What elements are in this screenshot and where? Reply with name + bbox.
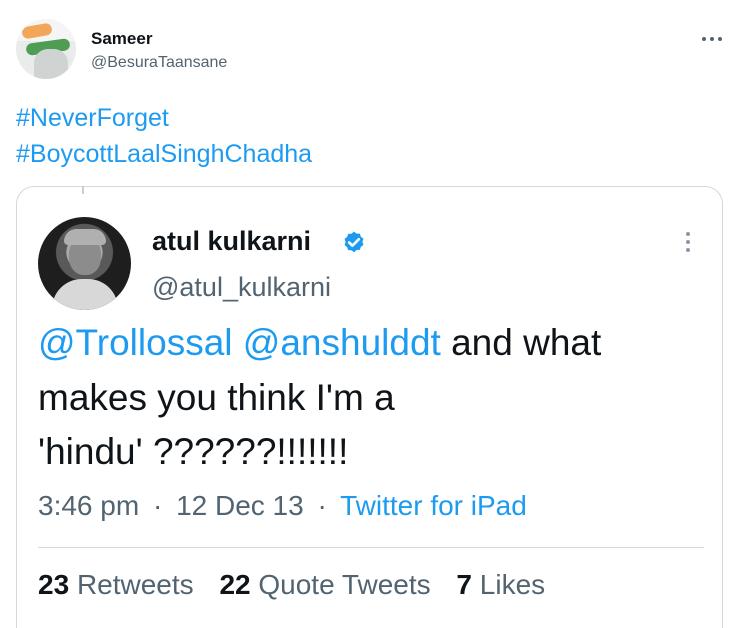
likes-label: Likes [479,569,546,600]
divider [38,547,704,548]
retweets-label: Retweets [76,569,194,600]
more-horizontal-icon[interactable] [700,26,724,46]
dot [686,232,690,236]
mention-link[interactable]: @anshulddt [243,322,441,363]
avatar-shirt [52,279,118,310]
author-name[interactable]: Sameer [91,29,152,49]
quotes-label: Quote Tweets [258,569,431,600]
quoted-author-name[interactable]: atul kulkarni [152,226,311,257]
likes-stat[interactable]: 7 Likes [456,569,545,601]
quotes-count: 22 [219,569,251,600]
author-avatar[interactable] [16,19,76,79]
quoted-text-line: 'hindu' ??????!!!!!!! [38,431,349,472]
quoted-text-line: @Trollossal @anshulddt and what [38,322,718,364]
card-mark [82,186,84,194]
tweet-stats: 23 Retweets 22 Quote Tweets 7 Likes [38,569,563,601]
avatar-figure [34,49,68,79]
author-handle[interactable]: @BesuraTaansane [91,54,227,72]
mention-link[interactable]: @Trollossal [38,322,233,363]
likes-count: 7 [456,569,472,600]
retweets-count: 23 [38,569,70,600]
quoted-author-avatar[interactable] [38,217,131,310]
tweet-meta: 3:46 pm · 12 Dec 13 · Twitter for iPad [38,490,527,522]
retweets-stat[interactable]: 23 Retweets [38,569,194,601]
hashtag-link[interactable]: #NeverForget [16,104,169,133]
more-vertical-icon[interactable] [681,232,695,258]
tweet-time[interactable]: 3:46 pm [38,490,139,521]
verified-badge-icon [344,231,364,253]
avatar-hair [64,229,106,245]
dot [686,240,690,244]
quoted-author-handle[interactable]: @atul_kulkarni [152,272,331,303]
meta-separator: · [152,490,163,521]
hashtag-link[interactable]: #BoycottLaalSinghChadha [16,140,312,169]
quoted-text: and what [440,322,602,363]
dot [686,248,690,252]
quote-tweets-stat[interactable]: 22 Quote Tweets [219,569,430,601]
tweet-date[interactable]: 12 Dec 13 [176,490,304,521]
meta-separator: · [317,490,327,521]
quoted-text-line: makes you think I'm a [38,377,395,418]
tweet-source-link[interactable]: Twitter for iPad [340,490,527,521]
more-dots-svg [702,37,722,41]
